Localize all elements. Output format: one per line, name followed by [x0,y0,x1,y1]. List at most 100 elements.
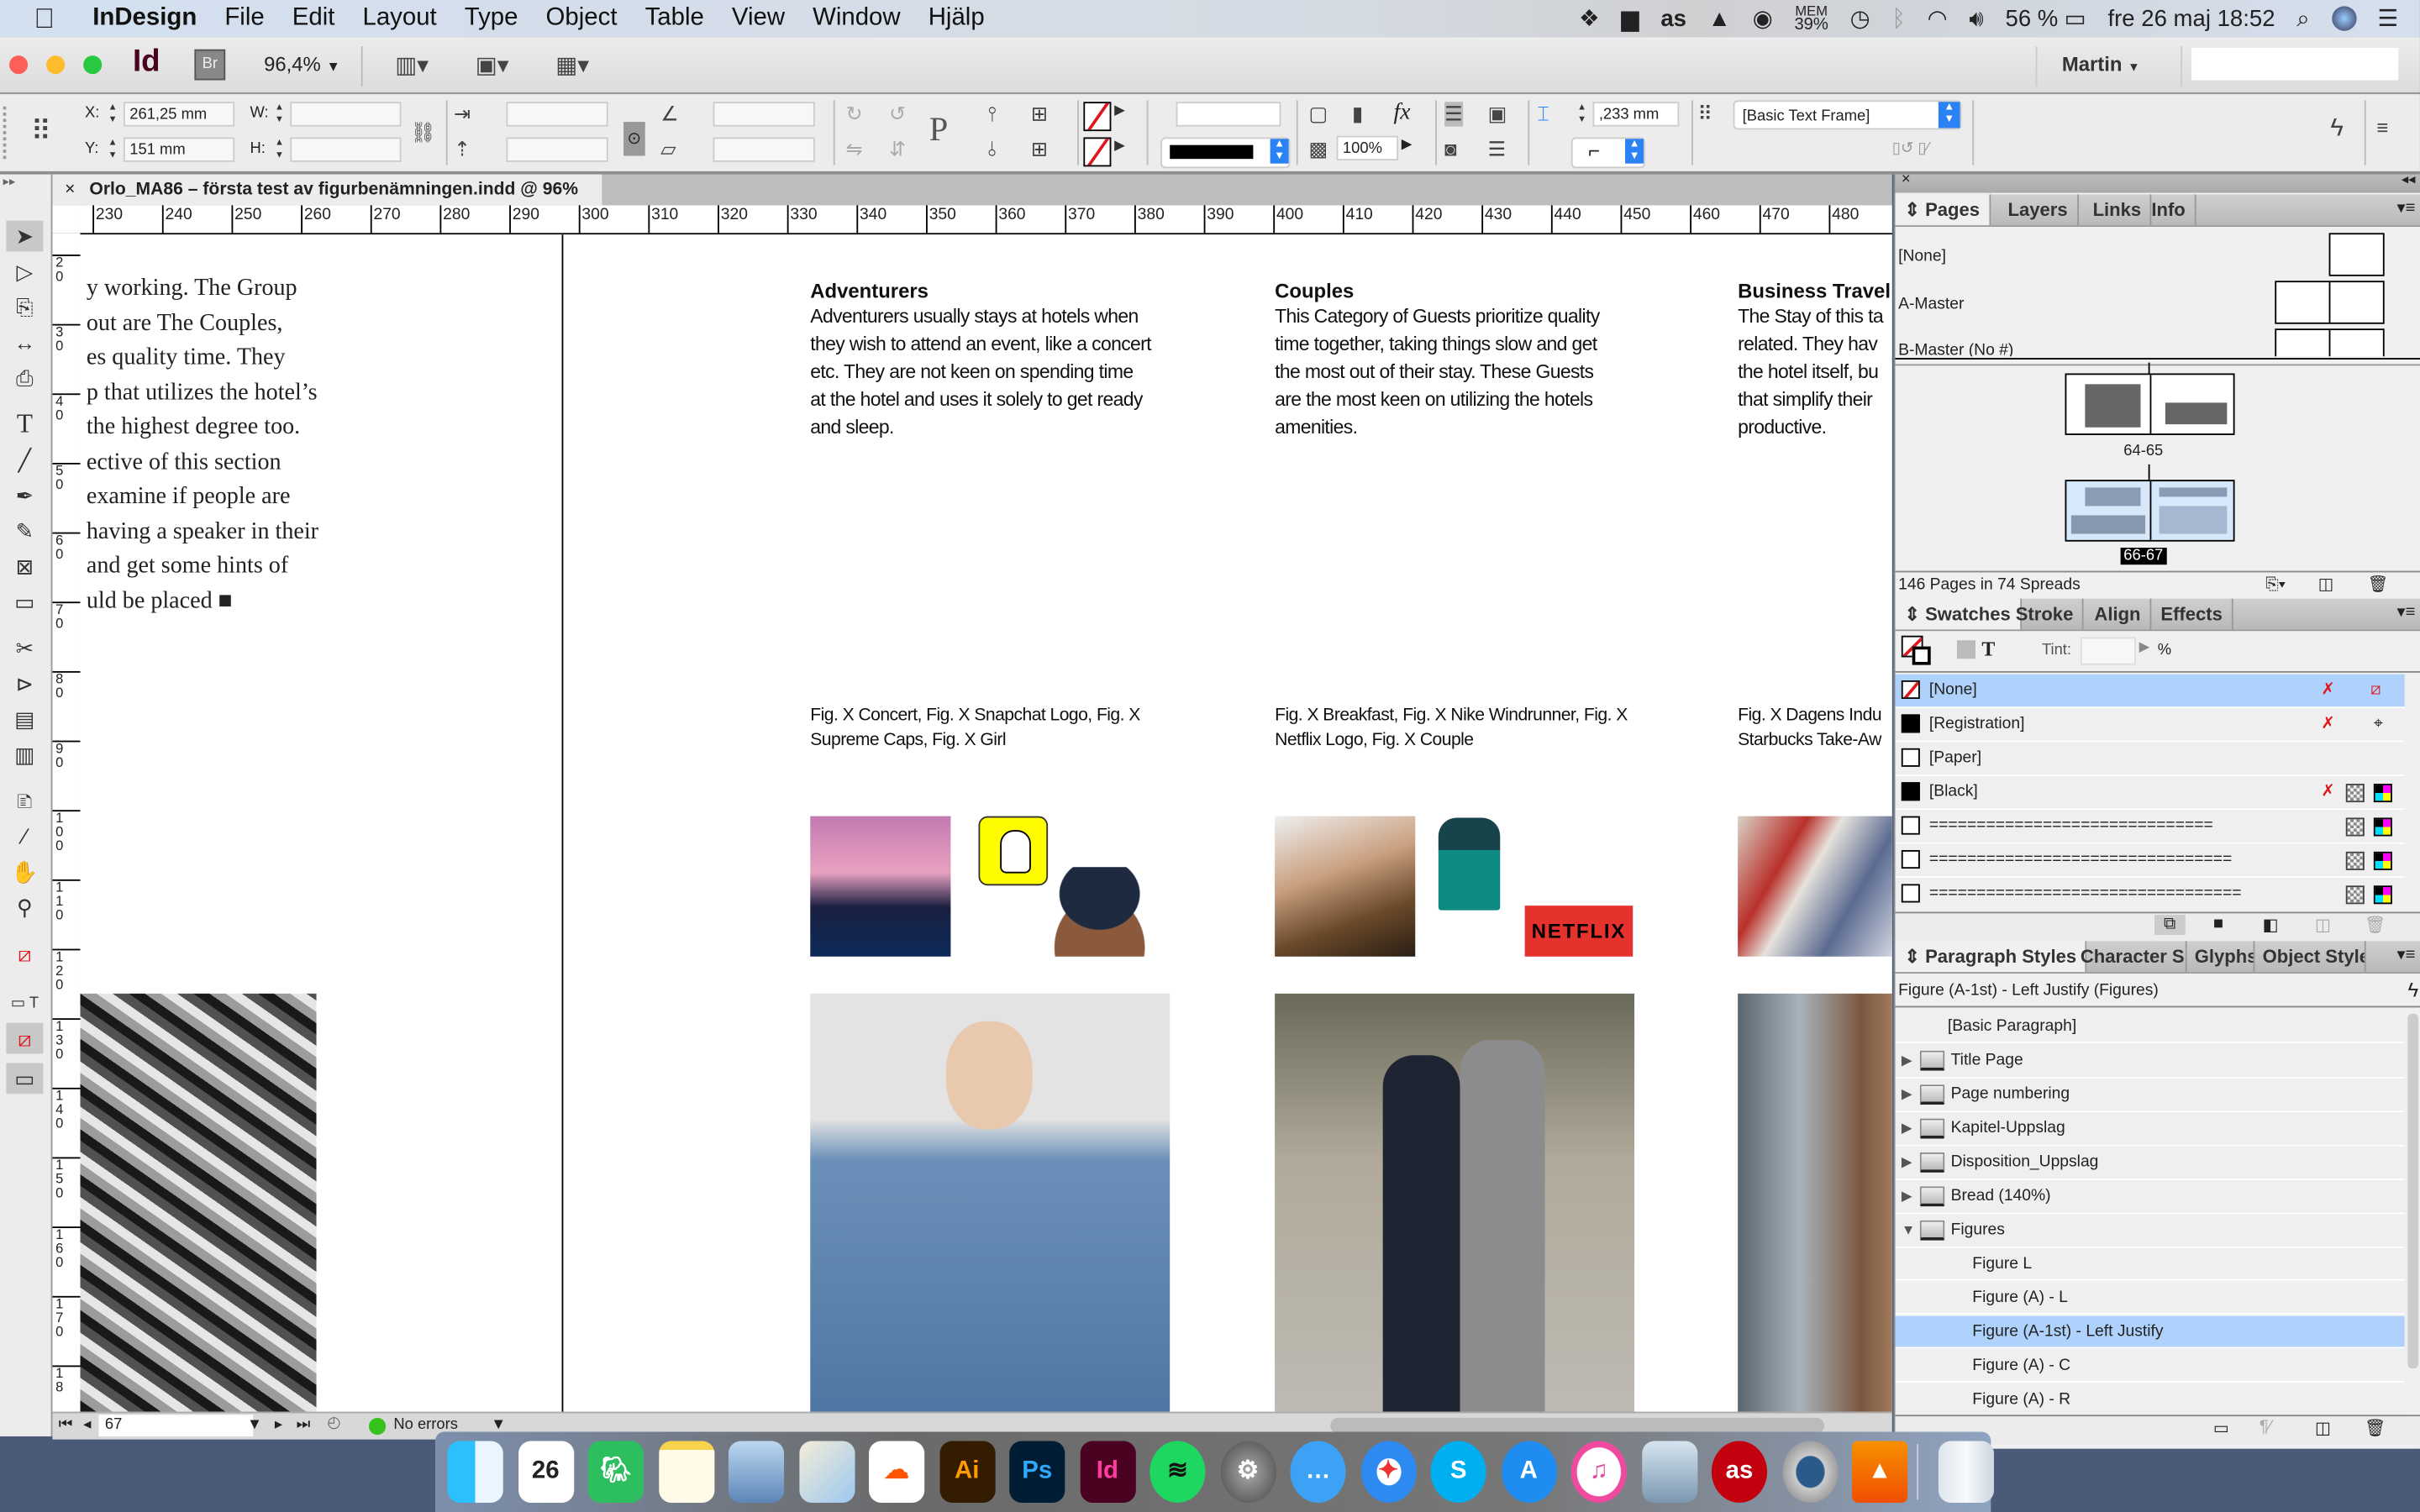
apple-menu-icon[interactable]:  [34,3,61,35]
display-icon[interactable]: ▆ [1621,5,1639,32]
expand-panel-icon[interactable]: ▸▸ [3,175,16,189]
formatting-text-icon[interactable]: T [1981,638,1995,662]
breakfast-photo[interactable] [1275,816,1416,957]
style-group-row[interactable]: ▼ Figures [1895,1214,2405,1248]
delete-swatch-icon[interactable]: 🗑︎ [2365,915,2386,935]
dock-system-preferences-icon[interactable]: ⚙ [1219,1441,1276,1503]
eyedropper-tool-icon[interactable]: ⁄ [6,821,43,852]
wifi-icon[interactable]: ◠ [1928,5,1948,32]
y-field[interactable]: 151 mm [123,137,235,162]
close-window-button[interactable] [9,55,29,75]
master-thumbnail[interactable] [2275,328,2385,357]
style-row[interactable]: [Basic Paragraph] [1895,1011,2405,1043]
menu-view[interactable]: View [732,5,785,33]
gap-tool-icon[interactable]: ↔ [6,327,43,358]
preflight-dropdown[interactable]: ▼ [491,1416,506,1433]
new-style-group-icon[interactable]: ▭ [2213,1418,2229,1438]
collapse-panels-icon[interactable]: ◂◂ [2402,171,2416,188]
flip-horizontal-icon[interactable]: ⇋ [846,137,863,161]
last-page-button[interactable]: ⏭ [297,1416,311,1433]
frame-fitting-icon[interactable]: ⌶ [1537,102,1549,126]
dock-safari-icon[interactable]: ✦ [1360,1441,1417,1503]
style-row[interactable]: Figure L [1895,1247,2405,1281]
previous-page-button[interactable]: ◂ [83,1416,91,1433]
column-couples[interactable]: Couples This Category of Guests prioriti… [1275,279,1645,441]
h-field[interactable] [290,137,402,162]
figure-caption-business[interactable]: Fig. X Dagens Indu Starbucks Take-Aw [1738,704,1881,753]
show-gradient-swatches-icon[interactable]: ◧ [2263,915,2279,935]
column-business-travel[interactable]: Business Travel The Stay of this ta rela… [1738,279,1892,441]
clock[interactable]: fre 26 maj 18:52 [2107,5,2275,31]
new-style-icon[interactable]: ◫ [2315,1418,2331,1438]
menu-app-name[interactable]: InDesign [92,5,197,33]
zoom-tool-icon[interactable]: ⚲ [6,892,43,923]
tab-pages[interactable]: ⇕ Pages [1895,194,1991,226]
direct-selection-tool-icon[interactable]: ▷ [6,256,43,287]
stroke-type-dropdown[interactable]: ▲ ▼ [1160,137,1291,169]
tab-paragraph-styles[interactable]: ⇕ Paragraph Styles [1895,941,2088,973]
preflight-status-text[interactable]: No errors [393,1416,458,1433]
panel-menu-icon[interactable]: ▾≡ [2396,601,2415,622]
concert-photo[interactable] [810,816,951,957]
fill-stroke-proxy-icon[interactable] [1901,635,1933,667]
constrain-scale-button[interactable]: ⊙ [623,122,645,156]
screen-mode-icon[interactable]: ▭ [6,1063,44,1095]
tab-info[interactable]: Info [2142,194,2196,226]
style-group-row[interactable]: ▶ Disposition_Uppslag [1895,1146,2405,1181]
fill-stroke-swatch-icon[interactable]: ⧄ [6,938,43,969]
spread-label[interactable]: 64-65 [2123,443,2163,459]
master-a[interactable]: A-Master [1898,295,1964,313]
y-stepper[interactable]: ▲ ▼ [105,137,120,165]
dock-spotify-icon[interactable]: ≋ [1150,1441,1206,1503]
disclosure-collapsed-icon[interactable]: ▶ [1902,1112,1920,1145]
style-group-row[interactable]: ▶ Kapitel-Uppslag [1895,1112,2405,1147]
opacity-field[interactable]: 100% [1336,135,1399,161]
styles-scrollbar[interactable] [2407,1013,2419,1369]
battery-icon[interactable]: ▭ [2065,5,2086,32]
style-group-row[interactable]: ▶ Bread (140%) [1895,1180,2405,1215]
disclosure-collapsed-icon[interactable]: ▶ [1902,1079,1920,1111]
bluetooth-icon[interactable]: ᛒ [1891,5,1906,31]
siri-icon[interactable] [2331,6,2356,31]
rotation-angle-field[interactable] [713,102,815,127]
corner-options-dropdown[interactable]: ⌐ ▲ ▼ [1570,137,1645,169]
dock-mail-icon[interactable] [728,1441,785,1503]
edit-page-size-icon[interactable]: ⎘▾ [2265,572,2286,598]
memory-readout[interactable]: MEM 39% [1794,4,1828,34]
arrange-documents-button[interactable]: ▦▾ [555,51,589,78]
select-container-icon[interactable]: ⫯ [987,102,996,126]
swatch-row[interactable]: [Registration] ✗ ⌖ [1895,708,2405,743]
apply-none-icon[interactable]: ⧄ [6,1022,44,1054]
drive-icon[interactable]: ▲ [1708,5,1731,31]
style-row[interactable]: Figure (A-1st) - Left Justify [1895,1315,2405,1349]
gradient-swatch-tool-icon[interactable]: ▤ [6,704,43,735]
scale-y-field[interactable] [506,137,608,162]
show-color-swatches-icon[interactable]: ■ [2213,915,2223,933]
dock-skype-icon[interactable]: S [1430,1441,1486,1503]
view-options-button[interactable]: ▥▾ [395,51,429,78]
rotate-cw-icon[interactable]: ↻ [846,102,863,126]
tab-object-styles[interactable]: Object Style [2254,941,2366,973]
hand-tool-icon[interactable]: ✋ [6,856,43,887]
volume-icon[interactable]: 🔊︎ [1969,5,1983,31]
select-previous-icon[interactable]: ⊞ [1031,102,1048,126]
zoom-level-dropdown[interactable]: 96,4% ▼ [264,52,340,76]
dock-preview-icon[interactable] [1641,1441,1697,1503]
spread-thumbnail-selected[interactable] [2065,480,2235,542]
new-page-icon[interactable]: ◫ [2318,572,2333,598]
shear-angle-field[interactable] [713,137,815,162]
text-wrap-none-icon[interactable]: ☰ [1444,102,1463,127]
panel-menu-icon[interactable]: ▾≡ [2396,197,2415,218]
w-field[interactable] [290,102,402,127]
master-thumbnail[interactable] [2328,233,2385,276]
dock-vlc-icon[interactable]: ▲ [1852,1441,1908,1503]
time-machine-icon[interactable]: ◷ [1850,5,1870,32]
disclosure-collapsed-icon[interactable]: ▶ [1902,1180,1920,1213]
horizontal-ruler[interactable]: 230 240 250 260 270 280 290 300 310 320 330 340 350 3… [80,205,1892,235]
note-tool-icon[interactable]: 🗈 [6,785,43,816]
menu-window[interactable]: Window [813,5,901,33]
dock-notes-icon[interactable] [658,1441,714,1503]
tab-stroke[interactable]: Stroke [2007,598,2085,630]
fill-swatch-dropdown[interactable]: ▶ [1114,102,1125,118]
dock-indesign-icon[interactable]: Id [1079,1441,1135,1503]
